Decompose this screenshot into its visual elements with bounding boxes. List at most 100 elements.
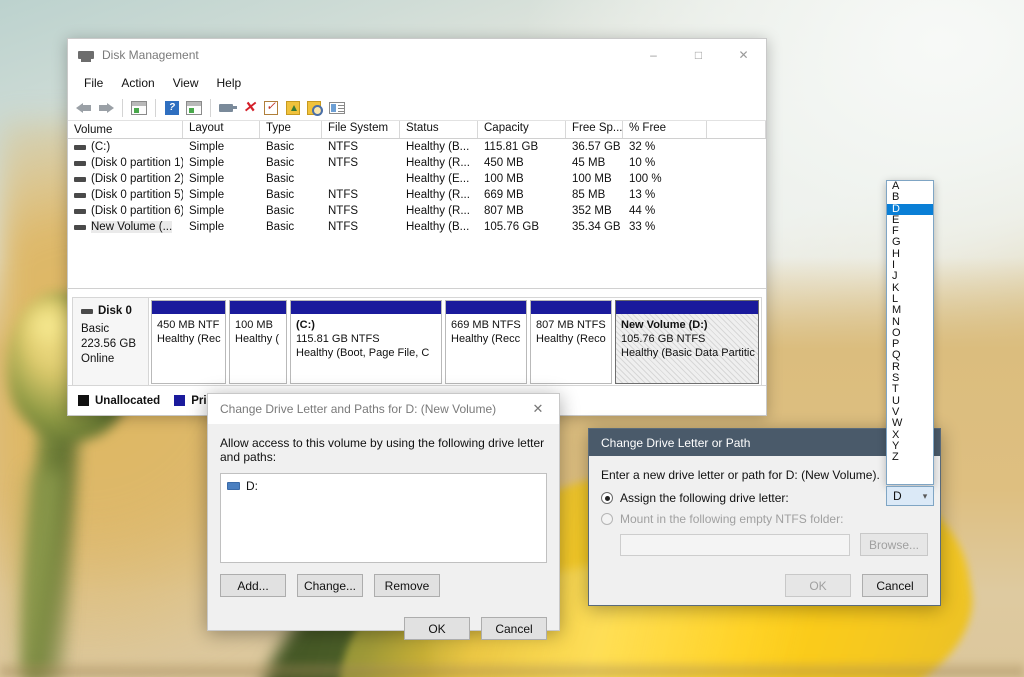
cell-capacity: 669 MB <box>478 189 566 201</box>
disk-icon <box>81 309 93 314</box>
change-button[interactable]: Change... <box>297 574 363 597</box>
help-icon[interactable]: ? <box>162 98 182 118</box>
mount-path-field[interactable] <box>620 534 850 556</box>
table-row[interactable]: (Disk 0 partition 5)SimpleBasicNTFSHealt… <box>68 187 766 203</box>
partition-details: 450 MB NTFHealthy (Rec <box>152 314 225 383</box>
list-item-label: D: <box>246 479 258 493</box>
cell-free-space: 45 MB <box>566 157 623 169</box>
menu-view[interactable]: View <box>165 73 207 93</box>
cancel-button[interactable]: Cancel <box>862 574 928 597</box>
column-header-blank[interactable] <box>707 121 766 138</box>
cell-percent-free: 44 % <box>623 205 707 217</box>
ok-button[interactable]: OK <box>404 617 470 640</box>
dropdown-option-b[interactable]: B <box>887 192 933 203</box>
dropdown-option-t[interactable]: T <box>887 384 933 395</box>
show-hide-console-tree-icon[interactable] <box>129 98 149 118</box>
cell-file-system: NTFS <box>322 157 400 169</box>
cell-file-system: NTFS <box>322 141 400 153</box>
partition-block[interactable]: 100 MBHealthy ( <box>229 300 287 384</box>
partition-block[interactable]: New Volume (D:)105.76 GB NTFSHealthy (Ba… <box>615 300 759 384</box>
cell-volume: (Disk 0 partition 1) <box>68 157 183 169</box>
cell-type: Basic <box>260 205 322 217</box>
refresh-grid-icon[interactable] <box>184 98 204 118</box>
cell-percent-free: 13 % <box>623 189 707 201</box>
maximize-button[interactable]: □ <box>676 39 721 71</box>
delete-icon[interactable]: ✕ <box>239 98 259 118</box>
pin-icon[interactable] <box>217 98 237 118</box>
dropdown-option-j[interactable]: J <box>887 271 933 282</box>
partition-block[interactable]: 669 MB NTFSHealthy (Recc <box>445 300 527 384</box>
cell-layout: Simple <box>183 141 260 153</box>
dropdown-option-m[interactable]: M <box>887 305 933 316</box>
remove-button[interactable]: Remove <box>374 574 440 597</box>
disk-type: Basic <box>81 322 140 337</box>
table-row[interactable]: (Disk 0 partition 2)SimpleBasicHealthy (… <box>68 171 766 187</box>
cell-layout: Simple <box>183 173 260 185</box>
column-header-layout[interactable]: Layout <box>183 121 260 138</box>
radio-assign-letter[interactable] <box>601 492 613 504</box>
column-header-free-space[interactable]: Free Sp... <box>566 121 623 138</box>
add-button[interactable]: Add... <box>220 574 286 597</box>
partition-block[interactable]: 807 MB NTFSHealthy (Reco <box>530 300 612 384</box>
partition-block[interactable]: (C:)115.81 GB NTFSHealthy (Boot, Page Fi… <box>290 300 442 384</box>
cell-status: Healthy (R... <box>400 205 478 217</box>
search-magnifier-icon[interactable] <box>305 98 325 118</box>
radio-mount-folder[interactable] <box>601 513 613 525</box>
column-header-status[interactable]: Status <box>400 121 478 138</box>
dropdown-option-w[interactable]: W <box>887 418 933 429</box>
change-drive-letter-and-paths-dialog: Change Drive Letter and Paths for D: (Ne… <box>207 393 560 631</box>
cell-volume-label: (Disk 0 partition 5) <box>91 189 183 201</box>
properties-icon[interactable] <box>327 98 347 118</box>
list-item[interactable]: D: <box>227 479 540 493</box>
menu-action[interactable]: Action <box>113 73 162 93</box>
chevron-down-icon[interactable]: ▾ <box>917 491 933 502</box>
table-row[interactable]: New Volume (...SimpleBasicNTFSHealthy (B… <box>68 219 766 235</box>
close-icon[interactable]: ✕ <box>517 394 559 424</box>
disk-row: Disk 0 Basic 223.56 GB Online 450 MB NTF… <box>72 297 762 387</box>
assign-letter-option[interactable]: Assign the following drive letter: <box>601 491 928 505</box>
window-titlebar: Disk Management – □ ✕ <box>68 39 766 71</box>
column-header-percent-free[interactable]: % Free <box>623 121 707 138</box>
dialog-titlebar: Change Drive Letter and Paths for D: (Ne… <box>208 394 559 424</box>
table-row[interactable]: (Disk 0 partition 6)SimpleBasicNTFSHealt… <box>68 203 766 219</box>
drive-letter-selected-value: D <box>887 489 917 503</box>
cell-free-space: 36.57 GB <box>566 141 623 153</box>
checkmark-icon[interactable] <box>261 98 281 118</box>
cell-volume: New Volume (... <box>68 221 183 233</box>
cell-type: Basic <box>260 221 322 233</box>
partition-size: 105.76 GB NTFS <box>621 332 753 346</box>
disk-info-panel[interactable]: Disk 0 Basic 223.56 GB Online <box>72 297 149 387</box>
mount-folder-label: Mount in the following empty NTFS folder… <box>620 512 843 526</box>
drive-letter-combobox[interactable]: D ▾ <box>886 486 934 506</box>
ok-button[interactable]: OK <box>785 574 851 597</box>
table-row[interactable]: (C:)SimpleBasicNTFSHealthy (B...115.81 G… <box>68 139 766 155</box>
cell-free-space: 85 MB <box>566 189 623 201</box>
cell-percent-free: 10 % <box>623 157 707 169</box>
cell-file-system: NTFS <box>322 221 400 233</box>
forward-arrow-icon[interactable] <box>96 98 116 118</box>
cell-volume-label: (C:) <box>91 141 110 153</box>
column-header-type[interactable]: Type <box>260 121 322 138</box>
cell-capacity: 100 MB <box>478 173 566 185</box>
partition-name: New Volume (D:) <box>621 318 753 332</box>
partition-block[interactable]: 450 MB NTFHealthy (Rec <box>151 300 226 384</box>
column-header-capacity[interactable]: Capacity <box>478 121 566 138</box>
dropdown-option-z[interactable]: Z <box>887 452 933 463</box>
minimize-button[interactable]: – <box>631 39 676 71</box>
cell-capacity: 115.81 GB <box>478 141 566 153</box>
drive-paths-listbox[interactable]: D: <box>220 473 547 563</box>
table-row[interactable]: (Disk 0 partition 1)SimpleBasicNTFSHealt… <box>68 155 766 171</box>
cell-volume: (Disk 0 partition 6) <box>68 205 183 217</box>
column-header-volume[interactable]: Volume <box>68 121 183 138</box>
export-up-icon[interactable] <box>283 98 303 118</box>
back-arrow-icon[interactable] <box>74 98 94 118</box>
browse-button[interactable]: Browse... <box>860 533 928 556</box>
menu-help[interactable]: Help <box>209 73 250 93</box>
drive-letter-dropdown-list[interactable]: ABDEFGHIJKLMNOPQRSTUVWXYZ <box>886 180 934 485</box>
close-button[interactable]: ✕ <box>721 39 766 71</box>
menu-file[interactable]: File <box>76 73 111 93</box>
mount-folder-option[interactable]: Mount in the following empty NTFS folder… <box>601 512 928 526</box>
cancel-button[interactable]: Cancel <box>481 617 547 640</box>
column-header-file-system[interactable]: File System <box>322 121 400 138</box>
partition-status: Healthy (Recc <box>451 332 521 346</box>
